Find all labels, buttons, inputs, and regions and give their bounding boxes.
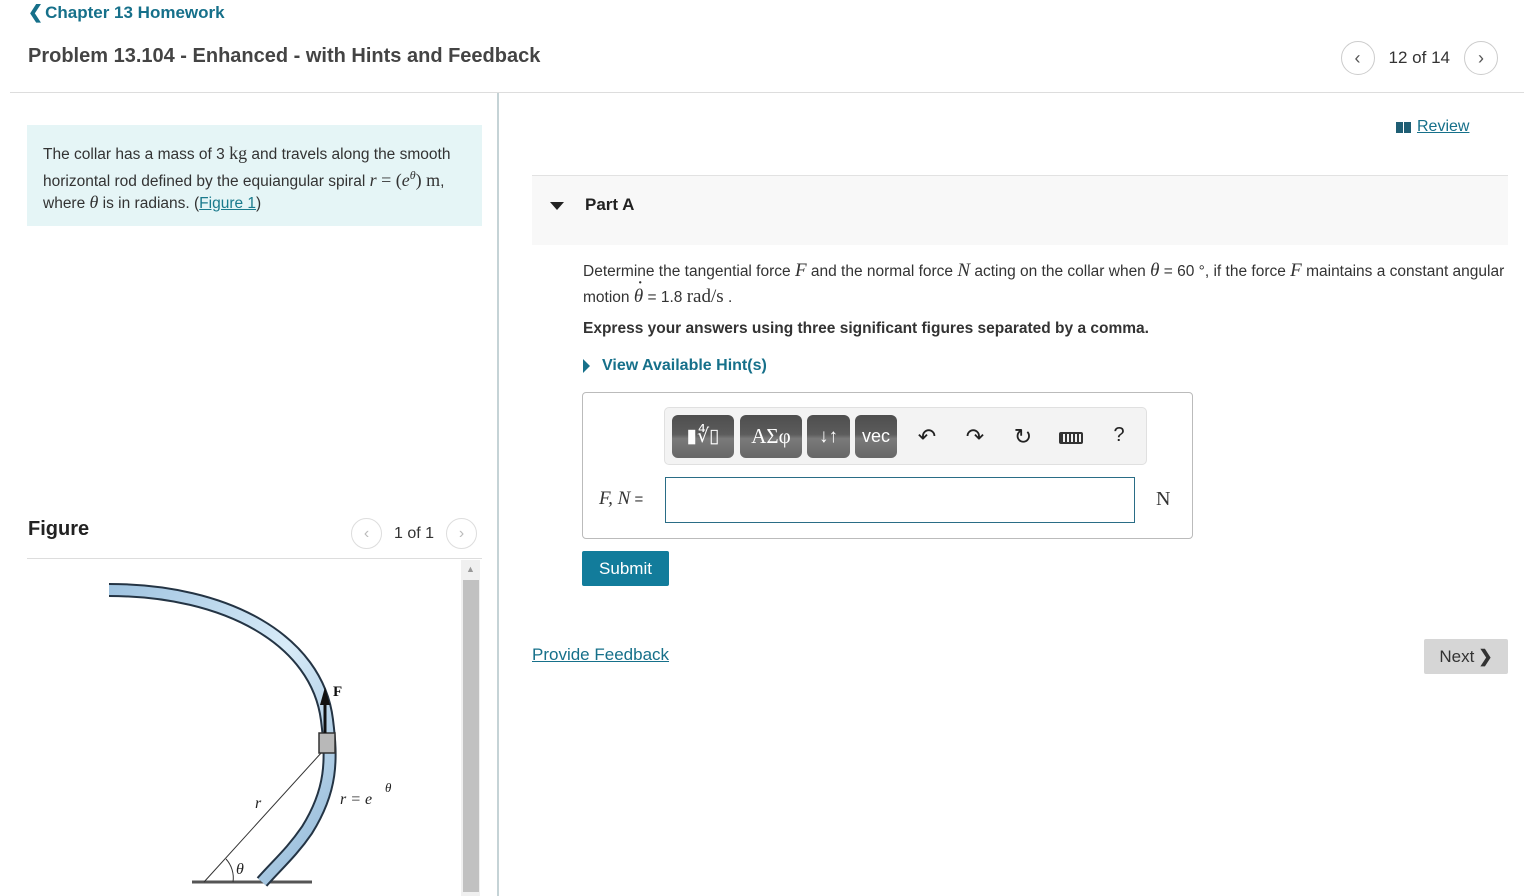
keyboard-icon[interactable] [1059,432,1083,444]
answer-box: ▮∜▯ ΑΣφ ↓↑ vec ↶ ↷ ↻ ? F, N = N [582,392,1193,539]
pane-divider[interactable] [497,93,499,896]
curve-equation-label: r = e [340,791,372,808]
curve-equation-exponent: θ [385,780,392,795]
scroll-up-arrow-icon[interactable]: ▲ [461,564,480,574]
problem-intro: The collar has a mass of 3 kg and travel… [27,125,482,226]
math-toolbar: ▮∜▯ ΑΣφ ↓↑ vec ↶ ↷ ↻ ? [664,407,1147,465]
part-title: Part A [585,195,635,214]
book-icon [1396,121,1411,133]
figure-divider [27,558,482,559]
chevron-left-icon: ❮ [28,2,44,22]
question-fragment: = 60 °, if the force [1159,263,1291,280]
question-fragment: Determine the tangential force [583,263,795,280]
answer-instructions: Express your answers using three signifi… [583,320,1149,337]
reset-icon[interactable]: ↻ [1009,424,1037,450]
answer-variables: F, N [599,488,631,509]
problem-pager: ‹ 12 of 14 › [1340,41,1498,75]
vector-button[interactable]: vec [855,415,897,458]
next-label: Next [1439,646,1475,666]
intro-text: ) [256,195,262,212]
answer-input[interactable] [665,477,1135,523]
answer-unit: N [1156,488,1171,510]
part-a-header[interactable]: Part A [532,175,1508,245]
next-button[interactable]: Next ❯ [1424,639,1508,674]
spiral-equation: r = (eθ) m [369,168,441,190]
question-fragment: = 1.8 [643,289,687,306]
spiral-rod-diagram: F r θ r = e θ [108,583,392,887]
hint-label: View Available Hint(s) [602,357,767,374]
spiral-rod [108,585,335,886]
review-link[interactable]: Review [1396,118,1469,136]
radius-label: r [255,795,262,812]
greek-symbols-button[interactable]: ΑΣφ [740,415,802,458]
expand-triangle-icon [583,359,590,373]
equals-sign: = [630,491,644,508]
undo-icon[interactable]: ↶ [913,424,941,450]
previous-problem-button[interactable]: ‹ [1340,41,1375,75]
angle-arc [225,858,234,883]
problem-counter: 12 of 14 [1388,48,1450,67]
review-label: Review [1417,118,1470,135]
templates-button[interactable]: ▮∜▯ [672,415,734,458]
question-fragment: and the normal force [806,263,958,280]
mass-unit: kg [229,143,248,163]
back-link-label: Chapter 13 Homework [45,2,225,22]
intro-text: is in radians. ( [98,195,200,212]
force-F-symbol: F [1290,260,1302,281]
chevron-right-icon: › [458,524,465,542]
rate-unit: rad/s [686,286,724,307]
angle-label: θ [236,861,244,878]
back-to-chapter-link[interactable]: ❮ Chapter 13 Homework [28,2,225,23]
scroll-thumb[interactable] [463,580,479,892]
theta-dot-symbol: θ [634,271,644,309]
chevron-right-icon: ❯ [1478,646,1493,666]
redo-icon[interactable]: ↷ [961,424,989,450]
radius-line [203,751,323,883]
subscript-superscript-button[interactable]: ↓↑ [807,415,850,458]
next-problem-button[interactable]: › [1464,41,1498,75]
collar [318,732,336,754]
header-divider [10,92,1524,93]
view-hints-toggle[interactable]: View Available Hint(s) [583,357,767,375]
help-icon[interactable]: ? [1105,424,1133,447]
intro-text: The collar has a mass of 3 [43,146,230,163]
force-N-symbol: N [957,260,971,281]
question-text: Determine the tangential force F and the… [583,258,1513,310]
figure-image: F r θ r = e θ [27,560,462,896]
figure-scrollbar[interactable]: ▲ [461,560,480,896]
figure-counter: 1 of 1 [394,524,435,542]
force-F-symbol: F [794,260,807,281]
collapse-triangle-icon[interactable] [550,202,564,210]
next-figure-button[interactable]: › [446,518,478,549]
submit-button[interactable]: Submit [582,551,669,586]
chevron-right-icon: › [1478,47,1484,68]
figure-pager: ‹ 1 of 1 › [351,518,478,549]
question-fragment: . [723,289,733,306]
question-fragment: acting on the collar when [970,263,1151,280]
chevron-left-icon: ‹ [1354,47,1361,68]
force-label: F [333,684,342,700]
figure-link[interactable]: Figure 1 [199,195,256,212]
chevron-left-icon: ‹ [363,524,370,542]
previous-figure-button[interactable]: ‹ [351,518,382,549]
problem-title: Problem 13.104 - Enhanced - with Hints a… [28,45,541,67]
figure-heading: Figure [28,518,90,540]
answer-label: F, N = [599,488,643,510]
provide-feedback-link[interactable]: Provide Feedback [532,645,669,665]
